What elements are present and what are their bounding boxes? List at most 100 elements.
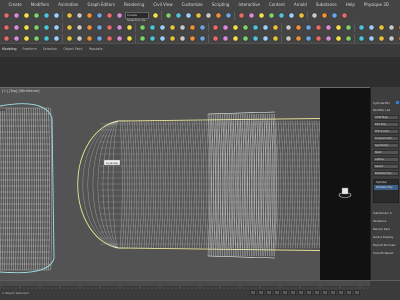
viewport-top[interactable]: [+] [Top] [Wireframe] Cylinder (0, 87, 370, 280)
isolate-icon[interactable] (52, 34, 60, 42)
playback-button[interactable] (282, 290, 288, 295)
xref-icon[interactable] (334, 23, 342, 31)
material-editor-icon[interactable] (310, 11, 318, 19)
torus-icon[interactable] (52, 23, 60, 31)
morpher-icon[interactable] (168, 34, 176, 42)
edit-named-sets-icon[interactable] (237, 11, 245, 19)
light-icon[interactable] (75, 23, 83, 31)
menu-create[interactable]: Create (4, 0, 26, 9)
path-icon[interactable] (158, 34, 166, 42)
modifier-button[interactable]: Turbosmooth (373, 136, 399, 141)
rotate-icon[interactable] (105, 11, 113, 19)
layer-explorer-icon[interactable] (95, 34, 103, 42)
particle-icon[interactable] (261, 23, 269, 31)
layer-icon[interactable] (267, 11, 275, 19)
container-icon[interactable] (324, 23, 332, 31)
taper-icon[interactable] (251, 34, 259, 42)
ribbon-tab-selection[interactable]: Selection (43, 47, 58, 51)
morpher-icon[interactable] (241, 23, 249, 31)
selection-set-dropdown[interactable]: Create Selection Se (125, 11, 149, 21)
timeline-ruler[interactable] (0, 286, 370, 289)
rollout-option[interactable]: Iterations (373, 219, 386, 223)
select-icon[interactable] (52, 11, 60, 19)
uvw-icon[interactable] (198, 34, 206, 42)
lock-icon[interactable] (367, 23, 375, 31)
bend-icon[interactable] (271, 34, 279, 42)
turbosmooth-icon[interactable] (198, 23, 206, 31)
curve-editor-icon[interactable] (287, 11, 295, 19)
playback-button[interactable] (322, 290, 328, 295)
unwrap-icon[interactable] (188, 34, 196, 42)
ribbon-tab-object-paint[interactable]: Object Paint (63, 47, 82, 51)
render-frame-icon[interactable] (330, 11, 338, 19)
teapot-icon[interactable] (2, 23, 10, 31)
bend-icon[interactable] (138, 23, 146, 31)
modifier-icon[interactable] (284, 34, 292, 42)
mass-fx-icon[interactable] (115, 34, 123, 42)
cloth-icon[interactable] (271, 23, 279, 31)
symmetry-icon[interactable] (188, 23, 196, 31)
render-region-icon[interactable] (32, 34, 40, 42)
playback-button[interactable] (314, 290, 320, 295)
spinner-snap-icon[interactable] (224, 11, 232, 19)
modifier-button[interactable]: Select (373, 164, 399, 169)
isolate-icon[interactable] (357, 23, 365, 31)
menu-help[interactable]: Help (341, 0, 359, 9)
symmetry-icon[interactable] (221, 34, 229, 42)
menu-modifiers[interactable]: Modifiers (26, 0, 53, 9)
schematic-icon[interactable] (297, 11, 305, 19)
cone-icon[interactable] (42, 23, 50, 31)
ribbon-tab-freeform[interactable]: Freeform (23, 47, 37, 51)
playback-button[interactable] (330, 290, 336, 295)
menu-civil-view[interactable]: Civil View (149, 0, 177, 9)
viewport-icon[interactable] (22, 34, 30, 42)
playback-button[interactable] (354, 290, 360, 295)
mass-fx-icon[interactable] (294, 23, 302, 31)
rollout-option[interactable]: Render Iters (373, 227, 390, 231)
arnold-icon[interactable] (2, 34, 10, 42)
render-setup-icon[interactable] (320, 11, 328, 19)
wireframe-scene[interactable]: Cylinder (0, 88, 370, 280)
modifier-button[interactable]: UVW Map (373, 115, 399, 120)
skin-icon[interactable] (231, 23, 239, 31)
cylinder-icon[interactable] (377, 34, 385, 42)
modifier-button[interactable]: Shell (373, 150, 399, 155)
object-name-field[interactable]: Cylinder001 (373, 101, 390, 105)
window-crossing-icon[interactable] (85, 11, 93, 19)
helper-icon[interactable] (314, 34, 322, 42)
torus-icon[interactable] (357, 34, 365, 42)
cylinder-icon[interactable] (32, 23, 40, 31)
twist-icon[interactable] (148, 23, 156, 31)
scene-explorer-icon[interactable] (105, 34, 113, 42)
box-icon[interactable] (22, 23, 30, 31)
shell-icon[interactable] (231, 34, 239, 42)
light-icon[interactable] (334, 34, 342, 42)
unlink-icon[interactable] (32, 11, 40, 19)
skin-icon[interactable] (178, 34, 186, 42)
modifier-button[interactable]: Editable Poly (373, 171, 399, 176)
mirror-icon[interactable] (247, 11, 255, 19)
container-icon[interactable] (85, 34, 93, 42)
plane-icon[interactable] (65, 23, 73, 31)
particle-icon[interactable] (148, 34, 156, 42)
playback-button[interactable] (298, 290, 304, 295)
render-region-icon[interactable] (377, 23, 385, 31)
menu-arnold[interactable]: Arnold (289, 0, 311, 9)
ribbon-tab-populate[interactable]: Populate (89, 47, 103, 51)
align-icon[interactable] (257, 11, 265, 19)
uvw-icon[interactable] (211, 23, 219, 31)
menu-interactive[interactable]: Interactive (234, 0, 265, 9)
ribbon-toggle-icon[interactable] (277, 11, 285, 19)
grid-icon[interactable] (65, 34, 73, 42)
rollout-header[interactable]: Subdivision S (373, 211, 392, 215)
modifier-list-dropdown[interactable]: Modifier List (373, 108, 390, 112)
percent-snap-icon[interactable] (214, 11, 222, 19)
scene-explorer-icon[interactable] (304, 23, 312, 31)
safe-frame-icon[interactable] (12, 34, 20, 42)
playback-button[interactable] (266, 290, 272, 295)
shell-icon[interactable] (178, 23, 186, 31)
menu-content[interactable]: Content (264, 0, 289, 9)
turbosmooth-icon[interactable] (211, 34, 219, 42)
viewcube-icon[interactable] (338, 186, 352, 198)
render-icon[interactable] (340, 11, 348, 19)
